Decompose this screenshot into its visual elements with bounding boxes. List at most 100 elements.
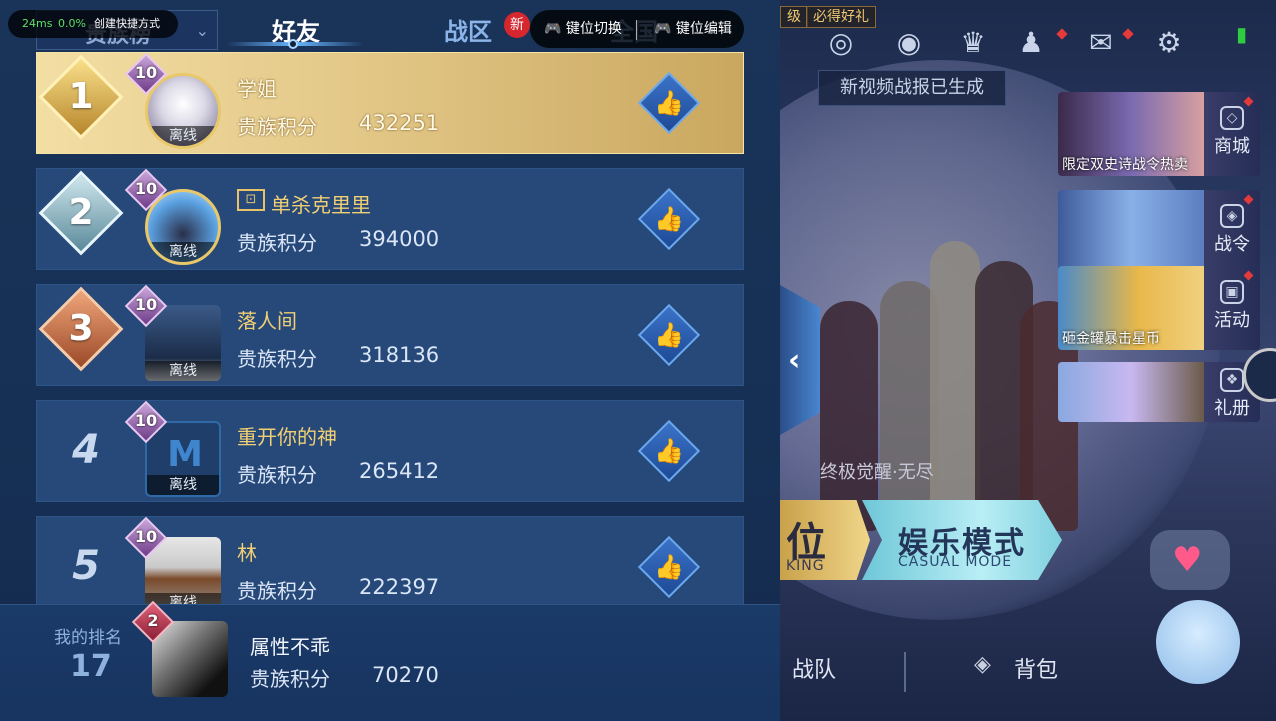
player-name: 落人间: [237, 309, 297, 333]
noble-level: 10: [134, 295, 158, 314]
rank-number: 1: [68, 76, 94, 117]
new-badge: 新: [504, 12, 530, 38]
team-button[interactable]: 战队: [792, 652, 836, 684]
packet-loss-value: 0.0%: [58, 17, 86, 30]
score-value: 70270: [372, 663, 439, 687]
player-avatar[interactable]: 离线 10: [124, 52, 223, 149]
mail-icon[interactable]: ✉: [1082, 24, 1120, 62]
performance-overlay: 24ms 0.0% 创建快捷方式: [8, 10, 178, 38]
leaderboard-row[interactable]: 2 离线 10 ⊡ 单杀克里里 贵族积分 394000 👍: [36, 168, 744, 270]
score-value: 222397: [359, 575, 440, 599]
score-value: 394000: [359, 227, 440, 251]
score-label: 贵族积分: [250, 667, 330, 691]
hero-figure: [820, 301, 878, 531]
my-rank-label: 我的排名: [54, 628, 122, 648]
score-label: 贵族积分: [237, 347, 317, 371]
noble-level: 10: [134, 527, 158, 546]
latency-value: 24ms: [22, 17, 53, 30]
promo-caption: 砸金罐暴击星币: [1062, 331, 1160, 347]
my-rank-number: 17: [70, 649, 112, 684]
key-edit-button[interactable]: 🎮 键位编辑: [654, 10, 732, 48]
leaderboard-row[interactable]: 4 M 离线 10 重开你的神 贵族积分 265412 👍: [36, 400, 744, 502]
player-name: 学姐: [237, 77, 277, 101]
backpack-button[interactable]: 背包: [1014, 652, 1058, 684]
leaderboard-row[interactable]: 3 离线 10 落人间 贵族积分 318136 👍: [36, 284, 744, 386]
noble-level-badge: 10: [124, 400, 168, 444]
player-avatar[interactable]: 离线 10: [124, 284, 223, 381]
trophy-icon[interactable]: ♛: [954, 24, 992, 62]
heart-icon: ♥: [1172, 540, 1203, 580]
score-label: 贵族积分: [237, 463, 317, 487]
promo-art: [1058, 362, 1204, 422]
my-avatar[interactable]: 2: [131, 600, 230, 697]
wifi-signal-icon: ▮: [1236, 22, 1248, 46]
settings-gear-icon[interactable]: ⚙: [1150, 24, 1188, 62]
promo-activity[interactable]: 砸金罐暴击星币 ▣ 活动: [1058, 266, 1260, 350]
video-report-toast[interactable]: 新视频战报已生成: [818, 70, 1006, 106]
tab-zone[interactable]: 战区: [444, 12, 492, 47]
pet-avatar: [1156, 600, 1240, 684]
score-value: 265412: [359, 459, 440, 483]
hero-figure: [930, 241, 980, 531]
key-switch-button[interactable]: 🎮 键位切换: [544, 10, 622, 48]
offline-status: 离线: [148, 126, 218, 146]
default-avatar-icon: M: [167, 434, 203, 475]
rank-number: 5: [72, 543, 100, 589]
battlepass-side[interactable]: ◈ 战令: [1204, 190, 1260, 274]
promo-battlepass[interactable]: ◈ 战令: [1058, 190, 1260, 274]
thumbs-up-icon: 👍: [654, 89, 684, 117]
noble-level: 2: [147, 611, 159, 630]
player-name: 重开你的神: [237, 425, 337, 449]
gift-book-label: 礼册: [1214, 398, 1250, 419]
thumbs-up-icon: 👍: [654, 437, 684, 465]
book-icon: ⊡: [237, 189, 265, 211]
awaken-banner-text: 终极觉醒·无尽: [820, 462, 934, 483]
noble-level: 10: [134, 179, 158, 198]
casual-mode-subtitle: CASUAL MODE: [898, 554, 1013, 570]
promo-gift-book[interactable]: ❖ 礼册: [1058, 362, 1260, 422]
activity-side[interactable]: ▣ 活动: [1204, 266, 1260, 350]
battlepass-label: 战令: [1214, 234, 1250, 255]
ranked-mode-button[interactable]: 位 KING: [780, 500, 870, 580]
noble-level-badge: 10: [124, 516, 168, 560]
score-value: 432251: [359, 111, 440, 135]
friends-icon[interactable]: ♟: [1012, 24, 1050, 62]
offline-status: 离线: [148, 242, 218, 262]
promo-shop[interactable]: 限定双史诗战令热卖 ◇ 商城: [1058, 92, 1260, 176]
noble-level: 10: [134, 63, 158, 82]
divider: [636, 20, 637, 40]
active-tab-indicator: [226, 39, 364, 49]
backpack-icon[interactable]: ◈: [974, 652, 991, 677]
collapse-panel-tab[interactable]: ‹: [780, 285, 820, 435]
player-name: 林: [237, 541, 257, 565]
thumbs-up-icon: 👍: [654, 553, 684, 581]
create-shortcut-button[interactable]: 创建快捷方式: [94, 10, 160, 38]
my-rank-bar: 我的排名 17 2 属性不乖 贵族积分 70270: [0, 600, 780, 721]
promo-caption: 限定双史诗战令热卖: [1062, 157, 1188, 173]
noble-level: 10: [134, 411, 158, 430]
score-label: 贵族积分: [237, 115, 317, 139]
promo-art: [1058, 190, 1204, 274]
divider: [904, 652, 906, 692]
pet-assistant[interactable]: ♥: [1150, 530, 1250, 690]
shop-side[interactable]: ◇ 商城: [1204, 92, 1260, 176]
noble-level-badge: 10: [124, 52, 168, 96]
event-chip[interactable]: 级: [780, 6, 808, 28]
score-label: 贵族积分: [237, 579, 317, 603]
leaderboard-row[interactable]: 1 离线 10 学姐 贵族积分 432251 👍: [36, 52, 744, 154]
casual-mode-button[interactable]: 娱乐模式 CASUAL MODE: [862, 500, 1062, 580]
player-avatar[interactable]: 离线 10: [124, 168, 223, 265]
activity-label: 活动: [1214, 310, 1250, 331]
rank-number: 3: [68, 308, 94, 349]
score-value: 318136: [359, 343, 440, 367]
chevron-left-icon: ‹: [788, 343, 801, 378]
eye-icon[interactable]: ◉: [890, 24, 928, 62]
thumbs-up-icon: 👍: [654, 205, 684, 233]
player-avatar[interactable]: M 离线 10: [124, 400, 223, 497]
leaderboard-panel: 贵族榜 ⌄ 好友 战区 新 全国 1 离线 10 学姐 贵族积分 432251 …: [0, 0, 780, 721]
shop-label: 商城: [1214, 136, 1250, 157]
my-name: 属性不乖: [250, 635, 330, 659]
battlepass-icon: ◈: [1220, 204, 1244, 228]
score-label: 贵族积分: [237, 231, 317, 255]
target-icon[interactable]: ◎: [822, 24, 860, 62]
